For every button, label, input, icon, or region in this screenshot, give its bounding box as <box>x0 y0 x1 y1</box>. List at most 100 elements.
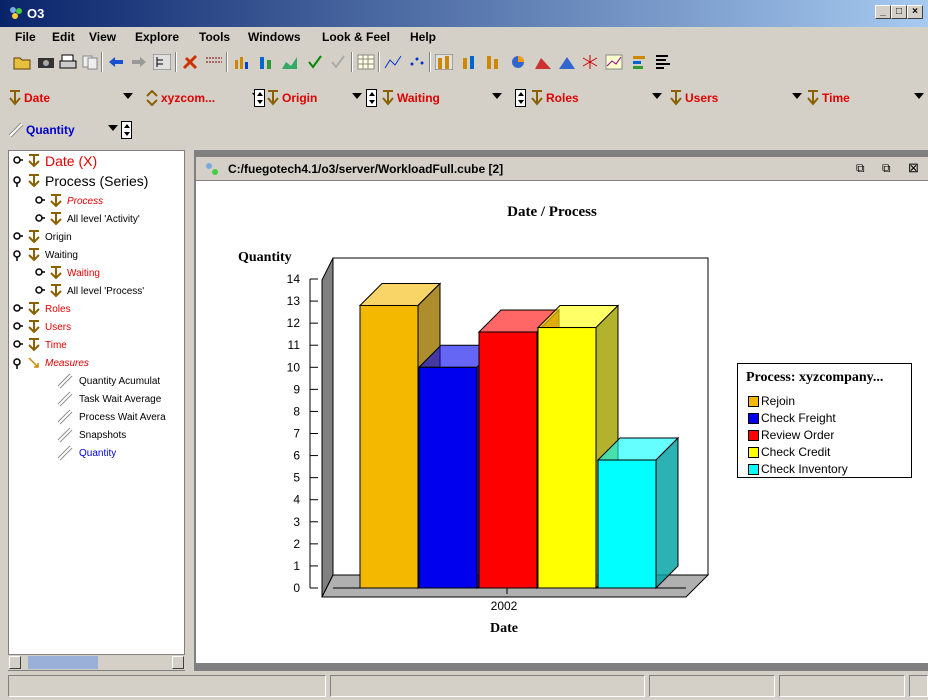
tree-quantity[interactable]: Quantity <box>57 444 116 462</box>
menu-explore[interactable]: Explore <box>135 30 179 44</box>
radar-chart-icon[interactable] <box>580 52 600 72</box>
maximize-button[interactable]: □ <box>891 5 907 19</box>
stacked-bar-icon[interactable] <box>256 52 276 72</box>
measure-stepper[interactable] <box>121 121 132 139</box>
dim-roles-select[interactable]: Roles <box>530 88 662 108</box>
dim-order-stepper[interactable] <box>515 89 526 107</box>
minimize-button[interactable]: _ <box>875 5 891 19</box>
dim-date-select[interactable]: Date <box>8 88 133 108</box>
dim-roles-label: Roles <box>546 91 579 105</box>
status-bar <box>0 673 928 700</box>
toolbar-separator <box>175 52 177 72</box>
tree-process[interactable]: Process (Series) <box>13 172 148 190</box>
tree-activity-level[interactable]: All level 'Activity' <box>35 210 140 228</box>
dim-order-stepper[interactable] <box>366 89 377 107</box>
tree-origin[interactable]: Origin <box>13 228 72 246</box>
collapsed-node-icon[interactable] <box>35 213 45 225</box>
tree-roles[interactable]: Roles <box>13 300 71 318</box>
close-icon[interactable]: ⊠ <box>908 160 919 176</box>
dim-users-select[interactable]: Users <box>669 88 802 108</box>
uncheck-icon[interactable] <box>328 52 348 72</box>
status-cell <box>779 675 905 697</box>
forward-arrow-icon[interactable] <box>129 52 149 72</box>
y-tick-label: 8 <box>293 404 300 418</box>
area-3d-icon[interactable] <box>533 52 553 72</box>
tree-process-all-level[interactable]: All level 'Process' <box>35 282 144 300</box>
tree-quantity-acumulat[interactable]: Quantity Acumulat <box>57 372 160 390</box>
dim-order-stepper[interactable] <box>254 89 265 107</box>
tree-snapshots[interactable]: Snapshots <box>57 426 126 444</box>
tree-label: Time <box>45 339 67 351</box>
dim-time-select[interactable]: Time <box>806 88 924 108</box>
dim-origin-select[interactable]: Origin <box>266 88 362 108</box>
menu-edit[interactable]: Edit <box>52 30 75 44</box>
bar-3d-icon[interactable] <box>434 52 454 72</box>
tree-horizontal-scrollbar[interactable] <box>8 654 185 670</box>
print-icon[interactable] <box>58 52 78 72</box>
legend-swatch <box>748 446 759 458</box>
tree-process-level[interactable]: Process <box>35 192 103 210</box>
menu-windows[interactable]: Windows <box>248 30 301 44</box>
dim-process-select[interactable]: xyzcom... <box>145 88 262 108</box>
line-chart-icon[interactable] <box>383 52 403 72</box>
hbar-chart-icon[interactable] <box>630 52 650 72</box>
collapsed-node-icon[interactable] <box>13 231 23 243</box>
expanded-node-icon[interactable] <box>13 249 23 261</box>
tool-icon[interactable] <box>181 52 201 72</box>
tree-date[interactable]: Date (X) <box>13 152 97 170</box>
tree-task-wait-average[interactable]: Task Wait Average <box>57 390 161 408</box>
collapsed-node-icon[interactable] <box>13 339 23 351</box>
collapsed-node-icon[interactable] <box>13 321 23 333</box>
maximize-icon[interactable]: ⧉ <box>882 161 891 176</box>
tree-view-icon[interactable] <box>152 52 172 72</box>
legend-title: Process: xyzcompany... <box>746 370 884 385</box>
menu-tools[interactable]: Tools <box>199 30 230 44</box>
drill-arrow-icon <box>531 90 543 106</box>
tree-waiting-level[interactable]: Waiting <box>35 264 100 282</box>
menu-look-feel[interactable]: Look & Feel <box>322 30 390 44</box>
tree-time[interactable]: Time <box>13 336 67 354</box>
menu-help[interactable]: Help <box>410 30 436 44</box>
close-button[interactable]: × <box>907 5 923 19</box>
restore-icon[interactable]: ⧉ <box>856 161 865 176</box>
menu-view[interactable]: View <box>89 30 116 44</box>
tree-measures[interactable]: Measures <box>13 354 89 372</box>
scroll-right-button[interactable] <box>172 656 184 669</box>
tree-process-wait-average[interactable]: Process Wait Avera <box>57 408 166 426</box>
back-arrow-icon[interactable] <box>106 52 126 72</box>
collapsed-node-icon[interactable] <box>35 195 45 207</box>
combo-chart-icon[interactable] <box>604 52 624 72</box>
scroll-left-button[interactable] <box>9 656 21 669</box>
copy-icon[interactable] <box>80 52 100 72</box>
area-3d-alt-icon[interactable] <box>557 52 577 72</box>
expanded-node-icon[interactable] <box>13 175 23 187</box>
expanded-node-icon[interactable] <box>13 357 23 369</box>
camera-icon[interactable] <box>36 52 56 72</box>
tree-waiting[interactable]: Waiting <box>13 246 78 264</box>
collapsed-node-icon[interactable] <box>35 267 45 279</box>
hbar-stacked-icon[interactable] <box>653 52 673 72</box>
menu-file[interactable]: File <box>15 30 36 44</box>
scatter-chart-icon[interactable] <box>407 52 427 72</box>
bar-3d-stacked-icon[interactable] <box>483 52 503 72</box>
collapsed-node-icon[interactable] <box>35 285 45 297</box>
cube-icon <box>206 163 218 175</box>
app-logo-icon <box>10 7 22 19</box>
check-icon[interactable] <box>305 52 325 72</box>
drill-arrow-icon <box>50 212 62 226</box>
pie-chart-icon[interactable] <box>508 52 528 72</box>
dim-waiting-select[interactable]: Waiting <box>381 88 502 108</box>
chart-window-titlebar[interactable]: C:/fuegotech4.1/o3/server/WorkloadFull.c… <box>196 157 928 181</box>
collapsed-node-icon[interactable] <box>13 303 23 315</box>
panel-splitter[interactable] <box>186 150 194 671</box>
area-chart-icon[interactable] <box>280 52 300 72</box>
drill-icon[interactable] <box>204 52 224 72</box>
open-folder-icon[interactable] <box>12 52 32 72</box>
grid-icon[interactable] <box>356 52 376 72</box>
collapsed-node-icon[interactable] <box>13 155 23 167</box>
bar-chart-icon[interactable] <box>232 52 252 72</box>
scroll-thumb[interactable] <box>28 656 98 669</box>
measure-select[interactable]: Quantity <box>8 120 118 140</box>
tree-users[interactable]: Users <box>13 318 71 336</box>
bar-3d-alt-icon[interactable] <box>459 52 479 72</box>
